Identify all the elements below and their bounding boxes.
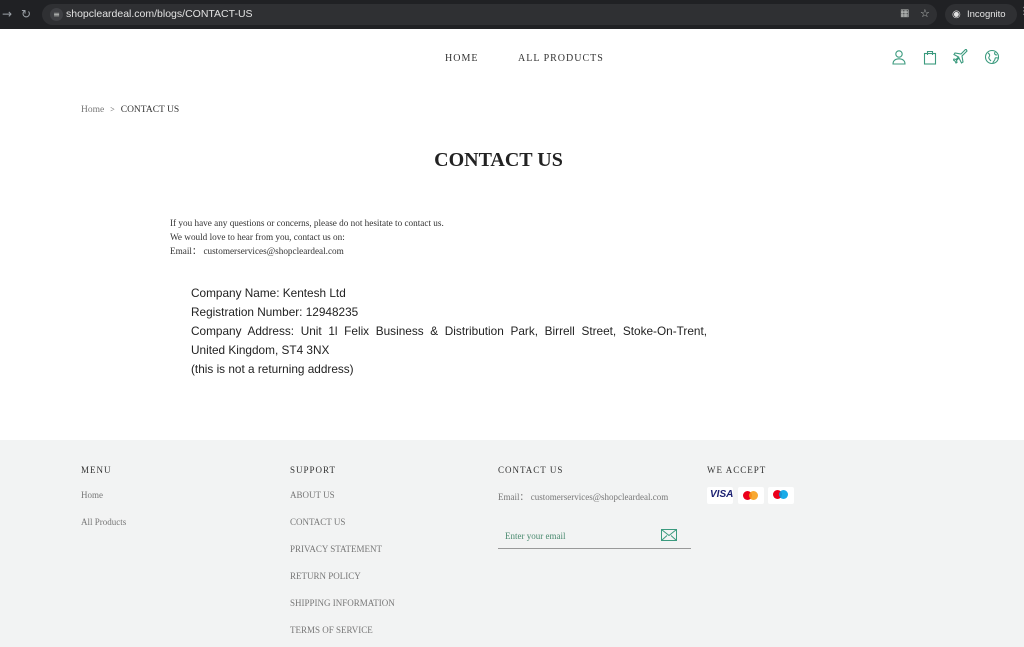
footer-link-return-policy[interactable]: RETURN POLICY bbox=[290, 571, 361, 581]
footer-email-link[interactable]: customerservices@shopcleardeal.com bbox=[531, 492, 668, 502]
intro-text: If you have any questions or concerns, p… bbox=[170, 217, 444, 258]
incognito-label: Incognito bbox=[967, 9, 1006, 20]
footer-accept-heading: WE ACCEPT bbox=[707, 465, 767, 475]
footer-email-row: Email： customerservices@shopcleardeal.co… bbox=[498, 490, 668, 503]
browser-toolbar: → ↻ ≡ shopcleardeal.com/blogs/CONTACT-US… bbox=[0, 0, 1024, 29]
browser-menu-icon[interactable]: ⋮ bbox=[1019, 6, 1024, 17]
footer-menu-heading: MENU bbox=[81, 465, 112, 475]
footer-contact-heading: CONTACT US bbox=[498, 465, 564, 475]
nav-home[interactable]: HOME bbox=[445, 53, 478, 64]
newsletter-email-input[interactable]: Enter your email bbox=[498, 525, 691, 549]
intro-line: If you have any questions or concerns, p… bbox=[170, 218, 444, 228]
footer-support-heading: SUPPORT bbox=[290, 465, 336, 475]
footer-email-label: Email： bbox=[498, 492, 529, 502]
footer-link-privacy[interactable]: PRIVACY STATEMENT bbox=[290, 544, 382, 554]
mastercard-icon bbox=[738, 487, 764, 504]
visa-card-icon: VISA bbox=[707, 487, 733, 504]
breadcrumb-current: CONTACT US bbox=[120, 105, 180, 115]
address-note: (this is not a returning address) bbox=[191, 362, 354, 376]
intro-email-row: Email： customerservices@shopcleardeal.co… bbox=[170, 245, 444, 259]
footer-link-about-us[interactable]: ABOUT US bbox=[290, 490, 335, 500]
company-address: Company Address: Unit 1l Felix Business … bbox=[191, 324, 707, 338]
user-icon[interactable] bbox=[891, 49, 907, 65]
visa-label: VISA bbox=[710, 489, 734, 500]
maestro-card-icon bbox=[768, 487, 794, 504]
footer: MENU Home All Products SUPPORT ABOUT US … bbox=[0, 440, 1024, 647]
company-address-cont: United Kingdom, ST4 3NX bbox=[191, 343, 330, 357]
bookmark-star-icon[interactable]: ☆ bbox=[920, 7, 930, 20]
site-settings-icon[interactable]: ≡ bbox=[50, 8, 63, 21]
address-bar[interactable]: ≡ shopcleardeal.com/blogs/CONTACT-US ▦ ☆ bbox=[42, 4, 937, 25]
newsletter-placeholder: Enter your email bbox=[505, 531, 566, 541]
footer-link-home[interactable]: Home bbox=[81, 490, 103, 500]
footer-link-all-products[interactable]: All Products bbox=[81, 517, 126, 527]
email-link[interactable]: customerservices@shopcleardeal.com bbox=[203, 246, 343, 256]
shopping-bag-icon[interactable] bbox=[922, 49, 938, 65]
page-title: CONTACT US bbox=[434, 149, 563, 171]
breadcrumb-home[interactable]: Home bbox=[81, 105, 104, 115]
email-label: Email： bbox=[170, 245, 202, 256]
breadcrumb: Home > CONTACT US bbox=[81, 105, 179, 115]
url-text[interactable]: shopcleardeal.com/blogs/CONTACT-US bbox=[66, 8, 253, 20]
incognito-icon: ◉ bbox=[952, 9, 961, 20]
company-name: Company Name: Kentesh Ltd bbox=[191, 286, 346, 300]
footer-link-terms[interactable]: TERMS OF SERVICE bbox=[290, 625, 373, 635]
company-info: Company Name: Kentesh Ltd Registration N… bbox=[191, 284, 707, 379]
footer-link-shipping[interactable]: SHIPPING INFORMATION bbox=[290, 598, 395, 608]
nav-all-products[interactable]: ALL PRODUCTS bbox=[518, 53, 604, 64]
forward-icon[interactable]: → bbox=[2, 7, 12, 21]
intro-line: We would love to hear from you, contact … bbox=[170, 231, 345, 242]
registration-number: Registration Number: 12948235 bbox=[191, 305, 359, 319]
qr-code-icon[interactable]: ▦ bbox=[900, 8, 909, 19]
incognito-badge[interactable]: ◉ Incognito bbox=[945, 4, 1017, 25]
reload-icon[interactable]: ↻ bbox=[21, 7, 31, 21]
footer-link-contact-us[interactable]: CONTACT US bbox=[290, 517, 345, 527]
airplane-icon[interactable] bbox=[953, 49, 969, 65]
breadcrumb-separator: > bbox=[110, 105, 115, 114]
globe-icon[interactable] bbox=[984, 49, 1000, 65]
envelope-icon[interactable] bbox=[661, 529, 677, 541]
